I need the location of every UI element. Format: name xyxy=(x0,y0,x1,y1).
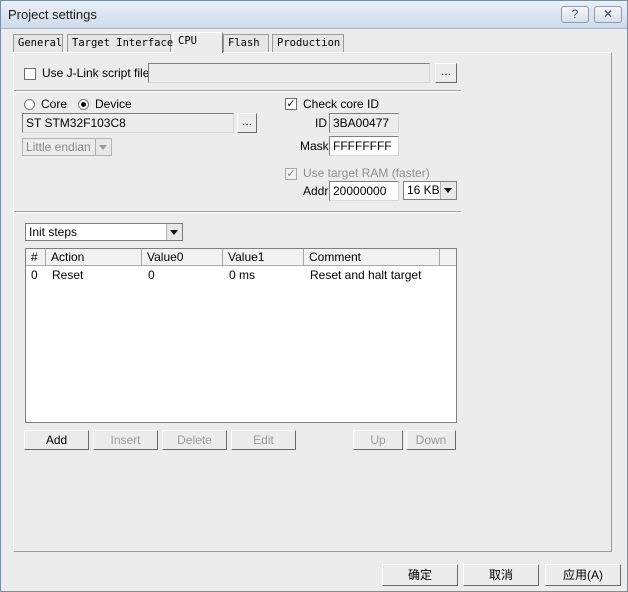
project-settings-window: Project settings ? ✕ General Target Inte… xyxy=(0,0,628,592)
column-header-number[interactable]: # xyxy=(26,249,46,266)
use-target-ram-label: Use target RAM (faster) xyxy=(303,166,430,180)
edit-button[interactable]: Edit xyxy=(231,430,296,450)
init-steps-table[interactable]: # Action Value0 Value1 Comment 0 Reset 0… xyxy=(25,248,457,423)
use-script-label: Use J-Link script file xyxy=(42,66,150,80)
cell-action: Reset xyxy=(52,268,84,282)
column-header-filler xyxy=(440,249,456,266)
cell-value1: 0 ms xyxy=(229,268,256,282)
separator-middle xyxy=(14,211,461,213)
script-path-field[interactable] xyxy=(148,63,430,83)
script-browse-button[interactable]: ... xyxy=(435,63,457,83)
mask-field[interactable]: FFFFFFFF xyxy=(329,136,399,156)
ram-size-value: 16 KB xyxy=(407,183,440,197)
ram-size-select[interactable]: 16 KB xyxy=(403,181,457,200)
column-header-action[interactable]: Action xyxy=(46,249,142,266)
cell-value0: 0 xyxy=(148,268,155,282)
addr-label: Addr xyxy=(303,184,329,198)
tab-general[interactable]: General xyxy=(13,34,63,52)
cpu-panel: Use J-Link script file ... Core Device S… xyxy=(13,52,612,552)
device-field[interactable]: ST STM32F103C8 xyxy=(22,113,234,133)
window-title: Project settings xyxy=(8,7,97,22)
use-script-checkbox[interactable] xyxy=(24,68,36,80)
tab-cpu[interactable]: CPU xyxy=(173,32,223,53)
device-browse-button[interactable]: ... xyxy=(237,113,257,133)
tab-flash[interactable]: Flash xyxy=(223,34,269,52)
close-button[interactable]: ✕ xyxy=(594,6,622,23)
endian-select[interactable]: Little endian xyxy=(22,138,112,156)
cell-comment: Reset and halt target xyxy=(310,268,422,282)
help-button[interactable]: ? xyxy=(561,6,589,23)
chevron-down-icon xyxy=(440,182,456,199)
device-radio[interactable] xyxy=(78,99,89,110)
tab-production[interactable]: Production xyxy=(272,34,344,52)
check-core-id-label: Check core ID xyxy=(303,97,380,111)
separator-top xyxy=(14,90,461,92)
chevron-down-icon xyxy=(95,139,111,155)
title-bar: Project settings ? ✕ xyxy=(1,1,627,29)
core-label: Core xyxy=(41,97,68,111)
tab-target-interface[interactable]: Target Interface xyxy=(67,34,173,52)
endian-value: Little endian xyxy=(26,140,91,154)
mask-label: Mask xyxy=(300,139,329,153)
down-button[interactable]: Down xyxy=(406,430,456,450)
column-header-value0[interactable]: Value0 xyxy=(142,249,223,266)
ok-button[interactable]: 确定 xyxy=(382,564,458,586)
cancel-button[interactable]: 取消 xyxy=(463,564,539,586)
column-header-value1[interactable]: Value1 xyxy=(223,249,304,266)
check-core-id-checkbox[interactable]: ✓ xyxy=(285,98,297,110)
apply-button[interactable]: 应用(A) xyxy=(545,564,621,586)
insert-button[interactable]: Insert xyxy=(93,430,158,450)
add-button[interactable]: Add xyxy=(24,430,89,450)
steps-select[interactable]: Init steps xyxy=(25,223,183,241)
use-target-ram-checkbox[interactable]: ✓ xyxy=(285,168,297,180)
ram-addr-field[interactable]: 20000000 xyxy=(329,181,399,201)
delete-button[interactable]: Delete xyxy=(162,430,227,450)
steps-select-value: Init steps xyxy=(29,225,78,239)
cell-number: 0 xyxy=(31,268,38,282)
core-id-field[interactable]: 3BA00477 xyxy=(329,113,399,133)
chevron-down-icon xyxy=(166,224,182,240)
device-label: Device xyxy=(95,97,132,111)
core-radio[interactable] xyxy=(24,99,35,110)
id-label: ID xyxy=(315,116,327,130)
up-button[interactable]: Up xyxy=(353,430,403,450)
column-header-comment[interactable]: Comment xyxy=(304,249,440,266)
